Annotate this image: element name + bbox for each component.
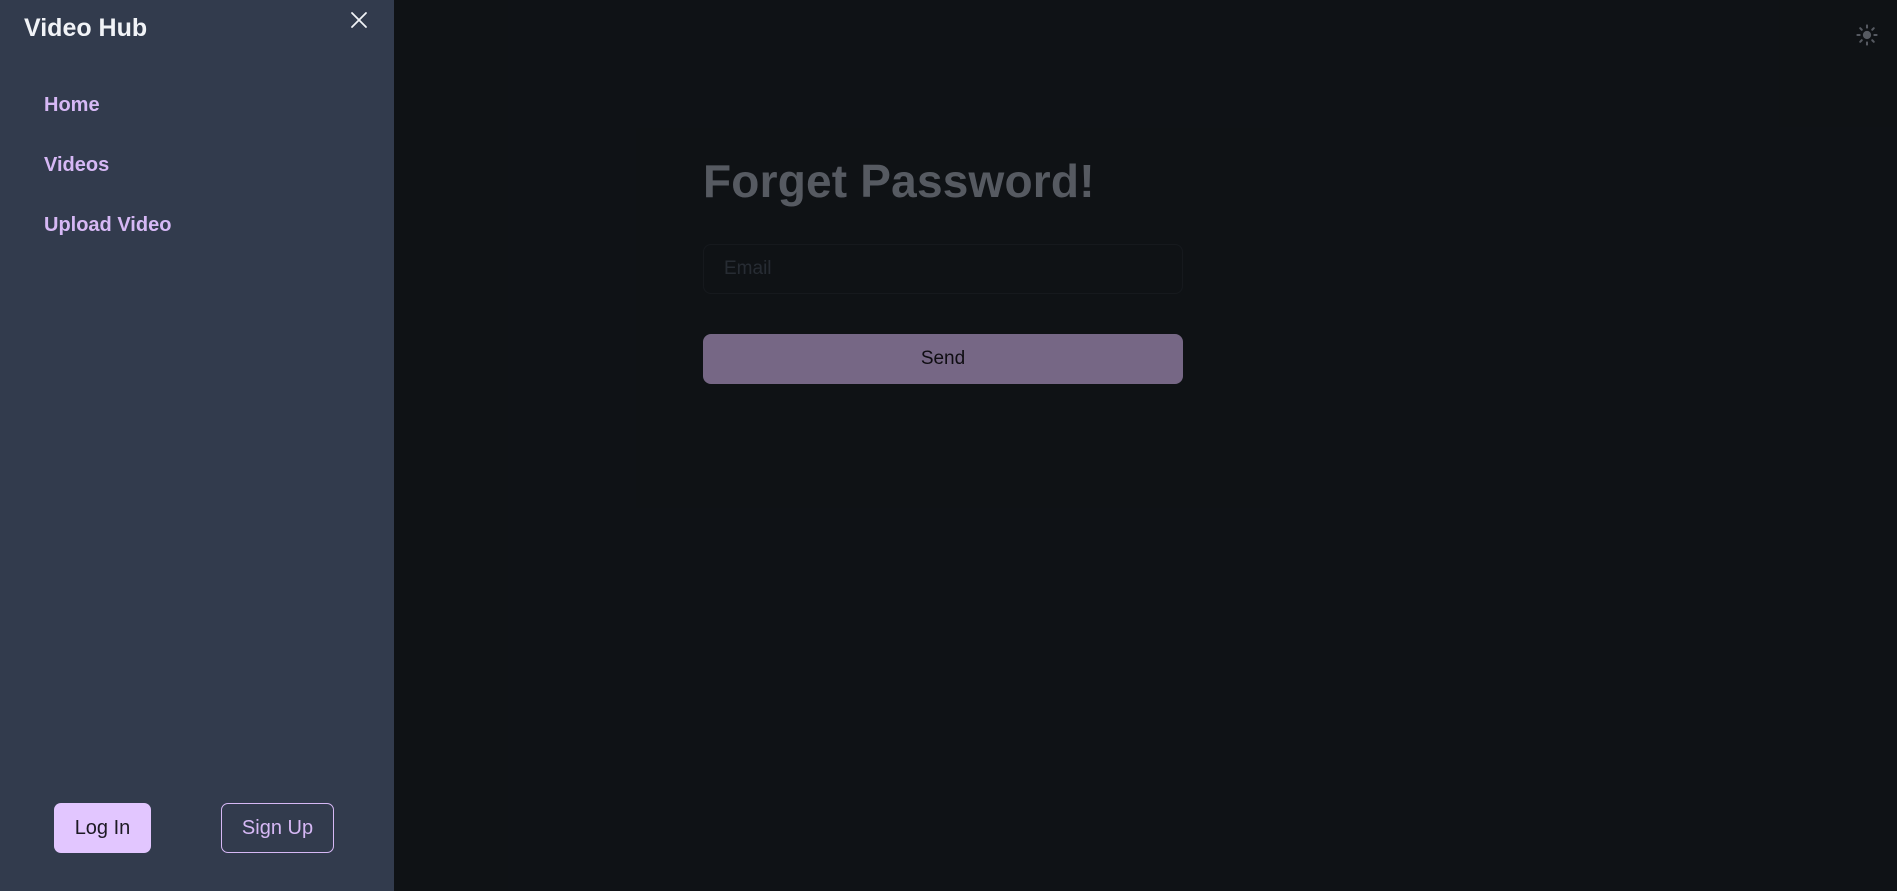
sidebar-drawer: Video Hub Home Videos Upload Video Log I… [0, 0, 394, 891]
close-icon [350, 11, 368, 34]
sidebar-item-home[interactable]: Home [44, 90, 171, 150]
page: Forget Password! Send Video Hub Home Vid… [0, 0, 1897, 891]
login-button[interactable]: Log In [54, 803, 151, 853]
sidebar-item-videos[interactable]: Videos [44, 150, 171, 210]
close-drawer-button[interactable] [346, 9, 372, 35]
sidebar-item-upload-video[interactable]: Upload Video [44, 210, 171, 270]
signup-button[interactable]: Sign Up [221, 803, 334, 853]
sidebar-nav: Home Videos Upload Video [44, 90, 171, 270]
app-title: Video Hub [24, 14, 148, 42]
